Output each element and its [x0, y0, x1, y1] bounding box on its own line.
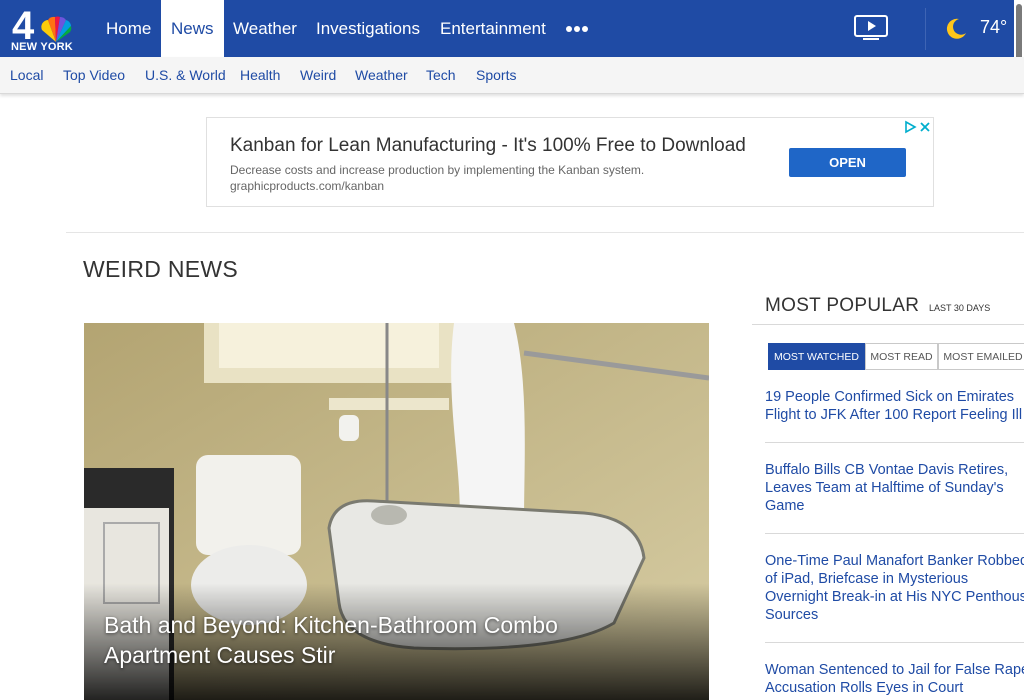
tab-most-read[interactable]: MOST READ	[865, 343, 938, 370]
popular-story-line: Buffalo Bills CB Vontae Davis Retires,	[765, 462, 1009, 478]
page-title: WEIRD NEWS	[83, 256, 239, 282]
divider	[752, 324, 1024, 325]
tab-most-watched[interactable]: MOST WATCHED	[768, 343, 865, 370]
ad-title[interactable]: Kanban for Lean Manufacturing - It's 100…	[230, 135, 746, 157]
ad-banner[interactable]: Kanban for Lean Manufacturing - It's 100…	[206, 117, 934, 207]
moon-icon	[946, 18, 966, 39]
nav-home[interactable]: Home	[106, 0, 151, 57]
most-popular-subtitle: LAST 30 DAYS	[929, 303, 991, 313]
ad-open-button[interactable]: OPEN	[789, 148, 906, 177]
temperature[interactable]: 74°	[980, 17, 1007, 38]
ad-choices-icon[interactable]	[903, 120, 933, 134]
subnav-us-world[interactable]: U.S. & World	[145, 67, 226, 83]
popular-story-1[interactable]: 19 People Confirmed Sick on Emirates Fli…	[765, 388, 1024, 424]
divider	[66, 232, 1024, 233]
popular-story-line: 19 People Confirmed Sick on Emirates	[765, 389, 1015, 405]
top-nav: 4 NEW YORK Home News Weather Investigati…	[0, 0, 1024, 57]
popular-story-line: of iPad, Briefcase in Mysterious	[765, 571, 969, 587]
nav-weather[interactable]: Weather	[233, 0, 297, 57]
nbc4-logo[interactable]: 4 NEW YORK	[10, 6, 80, 54]
popular-story-line: Leaves Team at Halftime of Sunday's	[765, 480, 1004, 496]
subnav-weird[interactable]: Weird	[300, 67, 336, 83]
ad-description: Decrease costs and increase production b…	[230, 163, 645, 177]
popular-story-line: Woman Sentenced to Jail for False Rape	[765, 662, 1024, 678]
tv-play-icon[interactable]	[853, 14, 889, 42]
popular-story-line: Overnight Break-in at His NYC Penthouse:	[765, 589, 1024, 605]
nav-entertainment[interactable]: Entertainment	[440, 0, 546, 57]
popular-story-line: Accusation Rolls Eyes in Court	[765, 680, 964, 696]
peacock-icon	[41, 16, 72, 42]
nav-investigations[interactable]: Investigations	[316, 0, 420, 57]
logo-text: NEW YORK	[11, 41, 73, 53]
popular-story-3[interactable]: One-Time Paul Manafort Banker Robbed of …	[765, 552, 1024, 624]
subnav-local[interactable]: Local	[10, 67, 43, 83]
popular-story-2[interactable]: Buffalo Bills CB Vontae Davis Retires, L…	[765, 461, 1024, 515]
tab-most-emailed[interactable]: MOST EMAILED	[938, 343, 1024, 370]
subnav-weather[interactable]: Weather	[355, 67, 408, 83]
logo-number: 4	[12, 4, 35, 48]
nav-divider	[925, 8, 926, 50]
more-dots-icon[interactable]	[565, 25, 589, 33]
popular-story-line: Flight to JFK After 100 Report Feeling I…	[765, 407, 1023, 423]
popular-story-4[interactable]: Woman Sentenced to Jail for False Rape A…	[765, 661, 1024, 697]
most-popular-title: MOST POPULAR	[765, 295, 920, 316]
popular-story-line: Game	[765, 498, 805, 514]
list-divider	[765, 533, 1024, 534]
hero-caption[interactable]: Bath and Beyond: Kitchen-Bathroom Combo …	[104, 610, 664, 670]
sub-nav: Local Top Video U.S. & World Health Weir…	[0, 57, 1024, 94]
hero-story[interactable]: Bath and Beyond: Kitchen-Bathroom Combo …	[84, 323, 709, 700]
nav-news[interactable]: News	[161, 0, 224, 57]
ad-url[interactable]: graphicproducts.com/kanban	[230, 179, 384, 193]
popular-story-line: Sources	[765, 607, 819, 623]
subnav-health[interactable]: Health	[240, 67, 280, 83]
subnav-sports[interactable]: Sports	[476, 67, 516, 83]
most-popular-tabs: MOST WATCHED MOST READ MOST EMAILED	[768, 343, 1024, 370]
list-divider	[765, 442, 1024, 443]
subnav-tech[interactable]: Tech	[426, 67, 456, 83]
popular-story-line: One-Time Paul Manafort Banker Robbed	[765, 553, 1024, 569]
subnav-top-video[interactable]: Top Video	[63, 67, 125, 83]
list-divider	[765, 642, 1024, 643]
